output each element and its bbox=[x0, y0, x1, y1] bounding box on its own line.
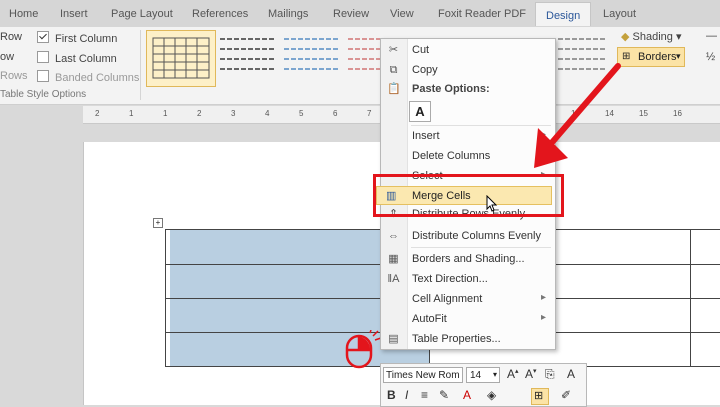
banded-columns-checkbox[interactable] bbox=[37, 70, 49, 82]
menu-item-cut[interactable]: ✂ Cut bbox=[381, 41, 555, 59]
clipboard-icon: 📋 bbox=[387, 83, 401, 95]
banded-rows-option[interactable]: Rows bbox=[0, 70, 28, 82]
copy-icon: ⧉ bbox=[389, 64, 398, 76]
submenu-arrow-icon: ▸ bbox=[540, 292, 546, 303]
font-name-field[interactable]: Times New Rom bbox=[383, 367, 463, 383]
scissors-icon: ✂ bbox=[388, 44, 399, 56]
banded-columns-option[interactable]: Banded Columns bbox=[37, 70, 139, 84]
shading-color-icon[interactable]: ◈ bbox=[487, 388, 496, 402]
eraser-icon[interactable]: ✐ bbox=[561, 388, 571, 402]
borders-shading-icon: ▦ bbox=[388, 253, 399, 265]
table-move-handle-icon[interactable]: + bbox=[153, 218, 163, 228]
ruler-number: 1 bbox=[163, 109, 168, 118]
grid-table-style-icon bbox=[152, 37, 210, 79]
table-style-swatch-blue[interactable] bbox=[282, 35, 340, 81]
tab-home[interactable]: Home bbox=[9, 8, 38, 20]
menu-item-text-direction[interactable]: ‖A Text Direction... bbox=[381, 270, 555, 288]
ruler-number: 7 bbox=[367, 109, 372, 118]
tab-layout[interactable]: Layout bbox=[603, 8, 636, 20]
last-column-option[interactable]: Last Column bbox=[37, 51, 117, 65]
italic-icon[interactable]: I bbox=[405, 388, 408, 402]
distribute-columns-icon: ⇔ bbox=[388, 230, 399, 242]
tab-design[interactable]: Design bbox=[535, 2, 592, 26]
center-align-icon[interactable]: ≡ bbox=[421, 388, 428, 402]
pen-style-icon[interactable]: — bbox=[706, 30, 717, 42]
table-border bbox=[165, 229, 166, 367]
tab-review[interactable]: Review bbox=[333, 8, 369, 20]
menu-item-autofit[interactable]: AutoFit ▸ bbox=[381, 310, 555, 328]
ruler-number: 1 bbox=[129, 109, 134, 118]
menu-separator bbox=[411, 247, 551, 248]
ribbon-tab-bar: Home Insert Page Layout References Maili… bbox=[0, 0, 720, 28]
format-painter-icon[interactable]: ⎘ bbox=[545, 367, 555, 382]
borders-dropdown-icon: ▾ bbox=[676, 51, 681, 61]
menu-item-borders-and-shading[interactable]: ▦ Borders and Shading... bbox=[381, 250, 555, 268]
tab-mailings[interactable]: Mailings bbox=[268, 8, 308, 20]
first-column-checkbox[interactable] bbox=[37, 31, 49, 43]
tab-page-layout[interactable]: Page Layout bbox=[111, 8, 173, 20]
header-row-option[interactable]: Row bbox=[0, 31, 22, 43]
bold-icon[interactable]: B bbox=[387, 388, 396, 402]
borders-icon: ⊞ bbox=[534, 390, 544, 402]
ruler-number: 5 bbox=[299, 109, 304, 118]
tab-insert[interactable]: Insert bbox=[60, 8, 88, 20]
ruler-number: 2 bbox=[197, 109, 202, 118]
table-border bbox=[690, 229, 691, 367]
table-properties-icon: ▤ bbox=[388, 333, 399, 345]
tab-view[interactable]: View bbox=[390, 8, 414, 20]
highlight-color-icon[interactable]: ✎ bbox=[439, 388, 449, 402]
plain-table-style-icon bbox=[220, 38, 274, 70]
menu-item-cell-alignment[interactable]: Cell Alignment ▸ bbox=[381, 290, 555, 308]
text-direction-icon: ‖A bbox=[387, 273, 400, 285]
annotation-highlight-box bbox=[373, 174, 564, 217]
tab-references[interactable]: References bbox=[192, 8, 248, 20]
ruler-number: 4 bbox=[265, 109, 270, 118]
pen-weight-half[interactable]: ½ bbox=[706, 51, 715, 63]
last-column-checkbox[interactable] bbox=[37, 51, 49, 63]
red-table-style-icon bbox=[348, 38, 380, 70]
paste-keep-text-only-button[interactable]: A bbox=[409, 101, 431, 122]
table-style-swatch-plain[interactable] bbox=[218, 35, 276, 81]
chevron-down-icon: ▾ bbox=[492, 370, 497, 379]
menu-item-distribute-columns[interactable]: ⇔ Distribute Columns Evenly bbox=[381, 227, 555, 245]
group-divider bbox=[140, 30, 141, 100]
mini-toolbar: Times New Rom 14 ▾ A▴ A▾ ⎘ A B I ≡ ✎ A ◈… bbox=[380, 363, 587, 407]
total-row-option[interactable]: ow bbox=[0, 51, 14, 63]
font-size-field[interactable]: 14 ▾ bbox=[466, 367, 500, 383]
styles-icon[interactable]: A bbox=[567, 367, 575, 381]
shading-button[interactable]: ◆ Shading ▾ bbox=[621, 30, 681, 43]
grow-font-icon[interactable]: A▴ bbox=[507, 367, 519, 381]
table-style-swatch-red[interactable] bbox=[346, 35, 380, 81]
table-style-options-group-label: Table Style Options bbox=[0, 89, 87, 100]
shrink-font-icon[interactable]: A▾ bbox=[525, 367, 537, 381]
first-column-option[interactable]: First Column bbox=[37, 31, 117, 45]
borders-mini-button[interactable]: ⊞ bbox=[531, 388, 549, 405]
annotation-arrow-icon bbox=[534, 63, 621, 168]
ruler-number: 2 bbox=[95, 109, 100, 118]
ruler-number: 15 bbox=[639, 109, 648, 118]
ruler-number: 6 bbox=[333, 109, 338, 118]
table-style-swatch-selected[interactable] bbox=[146, 30, 216, 87]
ruler-number: 16 bbox=[673, 109, 682, 118]
font-color-icon[interactable]: A bbox=[463, 388, 471, 402]
mouse-right-click-icon bbox=[345, 330, 382, 369]
submenu-arrow-icon: ▸ bbox=[540, 312, 546, 323]
shading-icon: ◆ bbox=[621, 31, 633, 43]
ruler-number: 3 bbox=[231, 109, 236, 118]
tab-foxit-reader-pdf[interactable]: Foxit Reader PDF bbox=[438, 8, 526, 20]
blue-table-style-icon bbox=[284, 38, 338, 70]
menu-item-table-properties[interactable]: ▤ Table Properties... bbox=[381, 330, 555, 348]
